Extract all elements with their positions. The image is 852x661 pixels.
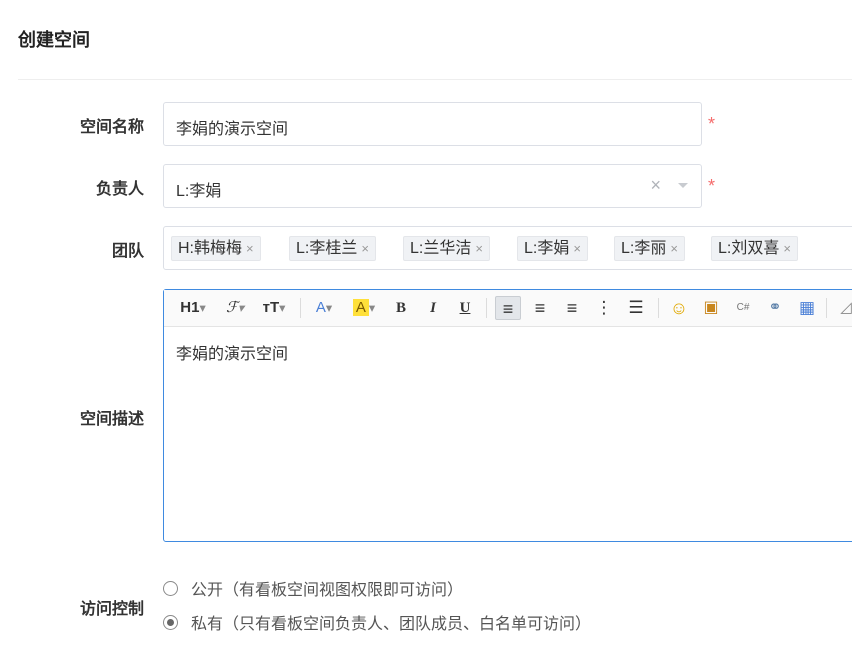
page-title: 创建空间: [18, 30, 90, 50]
team-tag: L:李娟 ×: [517, 236, 588, 261]
space-name-label: 空间名称: [79, 119, 144, 136]
editor-toolbar: H1▾ ℱ▾ тT▾ A▾ A ▾ B I U ≡ ≡ ≡ ⋮ ☰ ☺ ▣ C# …: [164, 290, 852, 327]
font-family-button[interactable]: ℱ▾: [220, 296, 250, 320]
underline-button[interactable]: U: [454, 296, 476, 320]
unordered-list-button[interactable]: ☰: [624, 296, 648, 320]
editor-content[interactable]: 李娟的演示空间: [176, 340, 288, 364]
font-size-icon: тT: [262, 299, 280, 316]
team-tag-label: L:刘双喜: [718, 240, 780, 257]
bold-button[interactable]: B: [390, 296, 412, 320]
space-name-input[interactable]: 李娟的演示空间: [163, 102, 702, 146]
remove-tag-icon[interactable]: ×: [573, 241, 581, 256]
remove-tag-icon[interactable]: ×: [670, 241, 678, 256]
highlight-button[interactable]: A ▾: [348, 296, 380, 320]
align-center-button[interactable]: ≡: [528, 296, 552, 320]
font-size-button[interactable]: тT▾: [258, 296, 290, 320]
toolbar-divider: [300, 298, 301, 318]
team-tag: H:韩梅梅 ×: [171, 236, 261, 261]
required-marker: *: [708, 176, 716, 196]
team-label: 团队: [111, 243, 144, 260]
clear-icon[interactable]: ×: [650, 175, 661, 196]
link-button[interactable]: ⚭: [763, 296, 787, 320]
align-left-button[interactable]: ≡: [495, 296, 521, 320]
description-label: 空间描述: [79, 411, 144, 428]
team-tag-label: L:李桂兰: [296, 240, 358, 257]
team-tag: L:刘双喜 ×: [711, 236, 798, 261]
heading-icon: H1: [180, 299, 200, 316]
image-button[interactable]: ▣: [699, 296, 723, 320]
access-control-label: 访问控制: [79, 601, 144, 618]
remove-tag-icon[interactable]: ×: [361, 241, 369, 256]
table-button[interactable]: ▦: [795, 296, 819, 320]
heading-button[interactable]: H1▾: [176, 296, 210, 320]
team-tag: L:兰华洁 ×: [403, 236, 490, 261]
owner-value: L:李娟: [176, 183, 222, 200]
ordered-list-button[interactable]: ⋮: [592, 296, 616, 320]
team-tag: L:李桂兰 ×: [289, 236, 376, 261]
access-option-label: 公开（有看板空间视图权限即可访问）: [191, 582, 464, 599]
team-tag-label: L:兰华洁: [410, 240, 472, 257]
toolbar-divider: [486, 298, 487, 318]
toolbar-divider: [658, 298, 659, 318]
remove-tag-icon[interactable]: ×: [783, 241, 791, 256]
team-tag-label: L:李娟: [524, 240, 570, 257]
code-button[interactable]: C#: [731, 296, 755, 320]
team-tag: L:李丽 ×: [614, 236, 685, 261]
access-option-public[interactable]: 公开（有看板空间视图权限即可访问）: [163, 576, 463, 600]
owner-select[interactable]: L:李娟 ×: [163, 164, 702, 208]
access-option-label: 私有（只有看板空间负责人、团队成员、白名单可访问）: [191, 616, 592, 633]
required-marker: *: [708, 114, 716, 134]
align-right-button[interactable]: ≡: [560, 296, 584, 320]
font-color-icon: A: [315, 299, 326, 316]
italic-button[interactable]: I: [422, 296, 444, 320]
remove-tag-icon[interactable]: ×: [475, 241, 483, 256]
highlight-icon: A: [352, 299, 369, 316]
chevron-down-icon[interactable]: [678, 183, 688, 188]
header-divider: [18, 79, 852, 80]
font-family-icon: ℱ: [225, 300, 238, 316]
remove-tag-icon[interactable]: ×: [246, 241, 254, 256]
team-tag-label: L:李丽: [621, 240, 667, 257]
description-editor[interactable]: H1▾ ℱ▾ тT▾ A▾ A ▾ B I U ≡ ≡ ≡ ⋮ ☰ ☺ ▣ C# …: [163, 289, 852, 542]
more-button[interactable]: ◿: [836, 296, 852, 320]
owner-label: 负责人: [95, 181, 144, 198]
team-tag-label: H:韩梅梅: [178, 240, 243, 257]
space-name-value: 李娟的演示空间: [176, 121, 289, 138]
access-option-private[interactable]: 私有（只有看板空间负责人、团队成员、白名单可访问）: [163, 610, 591, 634]
team-select[interactable]: H:韩梅梅 × L:李桂兰 × L:兰华洁 × L:李娟 × L:李丽 × L:刘双喜 ×: [163, 226, 852, 270]
radio-public[interactable]: [163, 580, 178, 596]
font-color-button[interactable]: A▾: [310, 296, 338, 320]
emoji-button[interactable]: ☺: [667, 296, 691, 320]
toolbar-divider: [826, 298, 827, 318]
radio-private[interactable]: [163, 614, 178, 630]
